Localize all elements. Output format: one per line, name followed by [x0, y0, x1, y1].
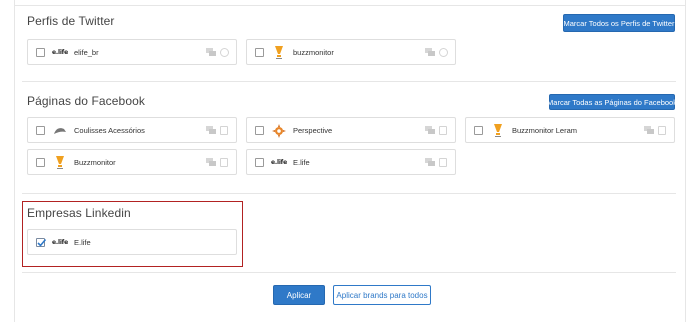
elife-logo-icon: e.life: [271, 159, 287, 166]
checkbox[interactable]: [36, 48, 45, 57]
section-divider: [22, 193, 676, 194]
globe-icon[interactable]: [220, 48, 229, 57]
buzzmonitor-logo-icon: [51, 155, 69, 170]
profile-name: buzzmonitor: [293, 48, 334, 57]
square-icon[interactable]: [658, 126, 666, 135]
facebook-page-card[interactable]: Buzzmonitor Leram: [465, 117, 675, 143]
facebook-page-card[interactable]: Buzzmonitor: [27, 149, 237, 175]
twitter-profile-card[interactable]: buzzmonitor: [246, 39, 456, 65]
message-icon[interactable]: [206, 158, 216, 167]
square-icon[interactable]: [439, 126, 447, 135]
checkbox[interactable]: [36, 158, 45, 167]
twitter-profile-card[interactable]: e.life elife_br: [27, 39, 237, 65]
buzzmonitor-logo-icon: [489, 123, 507, 138]
facebook-page-card[interactable]: e.life E.life: [246, 149, 456, 175]
elife-logo-icon: e.life: [52, 49, 68, 56]
facebook-page-card[interactable]: Coulisses Acessórios: [27, 117, 237, 143]
message-icon[interactable]: [425, 158, 435, 167]
linkedin-company-card[interactable]: e.life E.life: [27, 229, 237, 255]
buzzmonitor-logo-icon: [270, 45, 288, 60]
checkbox[interactable]: [36, 126, 45, 135]
checkbox[interactable]: [255, 48, 264, 57]
twitter-section-title: Perfis de Twitter: [27, 14, 115, 28]
profile-name: elife_br: [74, 48, 99, 57]
square-icon[interactable]: [439, 158, 447, 167]
page-name: Buzzmonitor Leram: [512, 126, 578, 135]
facebook-section-title: Páginas do Facebook: [27, 94, 145, 108]
elife-logo-icon: e.life: [52, 239, 68, 246]
page-name: Coulisses Acessórios: [74, 126, 145, 135]
apply-button[interactable]: Aplicar: [273, 285, 325, 305]
page-name: E.life: [293, 158, 310, 167]
checkbox[interactable]: [255, 158, 264, 167]
linkedin-section-title: Empresas Linkedin: [27, 206, 131, 220]
checkbox[interactable]: [474, 126, 483, 135]
globe-icon[interactable]: [439, 48, 448, 57]
checkmark-icon: [37, 238, 47, 247]
message-icon[interactable]: [206, 126, 216, 135]
checkbox[interactable]: [255, 126, 264, 135]
section-divider: [22, 81, 676, 82]
message-icon[interactable]: [425, 126, 435, 135]
section-divider: [22, 272, 676, 273]
square-icon[interactable]: [220, 158, 228, 167]
checkbox-checked[interactable]: [36, 238, 47, 247]
page-name: Buzzmonitor: [74, 158, 116, 167]
coulisses-logo-icon: [51, 123, 69, 138]
company-name: E.life: [74, 238, 91, 247]
page-name: Perspective: [293, 126, 333, 135]
perspective-logo-icon: [270, 123, 288, 138]
mark-all-twitter-button[interactable]: Marcar Todos os Perfis de Twitter: [563, 14, 675, 32]
mark-all-facebook-button[interactable]: Marcar Todas as Páginas do Facebook: [547, 94, 677, 110]
message-icon[interactable]: [644, 126, 654, 135]
message-icon[interactable]: [206, 48, 216, 57]
facebook-page-card[interactable]: Perspective: [246, 117, 456, 143]
apply-brands-all-button[interactable]: Aplicar brands para todos: [333, 285, 431, 305]
message-icon[interactable]: [425, 48, 435, 57]
square-icon[interactable]: [220, 126, 228, 135]
